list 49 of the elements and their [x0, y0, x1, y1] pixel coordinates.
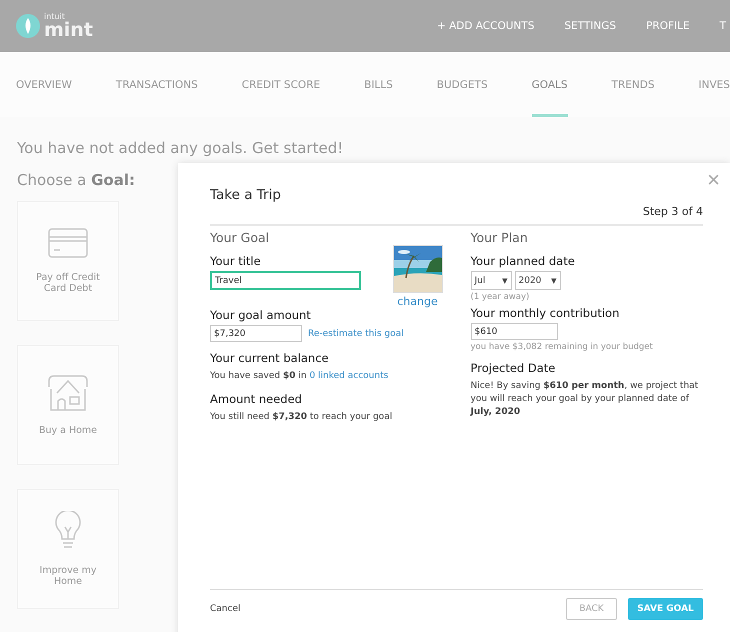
- choose-goal-heading: Choose a Goal:: [17, 171, 135, 189]
- nav-tab[interactable]: INVES: [698, 52, 730, 117]
- nav-tab[interactable]: TRENDS: [612, 52, 654, 117]
- nav-tab[interactable]: OVERVIEW: [16, 52, 72, 117]
- field-label: Your planned date: [470, 254, 576, 268]
- leaf-logo-icon: [16, 14, 40, 38]
- goal-card[interactable]: Improve my Home: [17, 489, 119, 609]
- credit-card-icon: [48, 228, 88, 258]
- reestimate-link[interactable]: Re-estimate this goal: [308, 328, 404, 338]
- nav-tab[interactable]: CREDIT SCORE: [242, 52, 320, 117]
- header-link[interactable]: T: [720, 20, 726, 32]
- field-label: Your current balance: [210, 351, 330, 365]
- lightbulb-icon: [54, 511, 82, 551]
- amount-input[interactable]: $7,320: [210, 325, 302, 342]
- logo-text: mint: [44, 20, 93, 40]
- section-heading: Your Plan: [470, 230, 529, 245]
- balance-text: You have saved $0 in: [210, 371, 307, 381]
- contribution-input[interactable]: $610: [470, 323, 558, 340]
- close-button[interactable]: ×: [707, 167, 720, 193]
- needed-text: You still need $7,320 to reach your goal: [210, 412, 392, 422]
- cancel-link[interactable]: Cancel: [210, 604, 240, 614]
- header-link[interactable]: SETTINGS: [564, 20, 616, 32]
- logo-subtitle: intuit: [44, 12, 66, 20]
- field-label: Projected Date: [470, 361, 556, 375]
- nav-tab[interactable]: BUDGETS: [436, 52, 488, 117]
- section-heading: Your Goal: [210, 230, 270, 245]
- header-link[interactable]: PROFILE: [646, 20, 690, 32]
- nav-tab[interactable]: GOALS: [532, 52, 568, 117]
- house-icon: [48, 374, 88, 410]
- field-label: Your goal amount: [210, 308, 312, 322]
- field-label: Amount needed: [210, 392, 303, 406]
- header-link[interactable]: + ADD ACCOUNTS: [436, 20, 534, 32]
- step-indicator: Step 3 of 4: [642, 205, 703, 218]
- save-goal-button[interactable]: SAVE GOAL: [628, 598, 703, 620]
- field-label: Your monthly contribution: [470, 306, 620, 320]
- title-input[interactable]: Travel: [210, 271, 361, 290]
- change-link[interactable]: change: [397, 295, 438, 308]
- linked-accounts-link[interactable]: 0 linked accounts: [309, 371, 388, 381]
- time-away-note: (1 year away): [470, 292, 530, 302]
- intro-text: You have not added any goals. Get started!: [17, 139, 344, 157]
- nav-tab[interactable]: TRANSACTIONS: [116, 52, 198, 117]
- back-button[interactable]: BACK: [566, 598, 617, 620]
- dialog-title: Take a Trip: [210, 187, 282, 203]
- nav-tab[interactable]: BILLS: [364, 52, 393, 117]
- budget-note: you have $3,082 remaining in your budget: [470, 342, 654, 352]
- goal-card[interactable]: Pay off Credit Card Debt: [17, 201, 119, 321]
- goal-card[interactable]: Buy a Home: [17, 345, 119, 465]
- projection-text: Nice! By saving $610 per month, we project that you will reach your goal by your planned date of July, 2020: [470, 381, 698, 418]
- field-label: Your title: [210, 254, 262, 268]
